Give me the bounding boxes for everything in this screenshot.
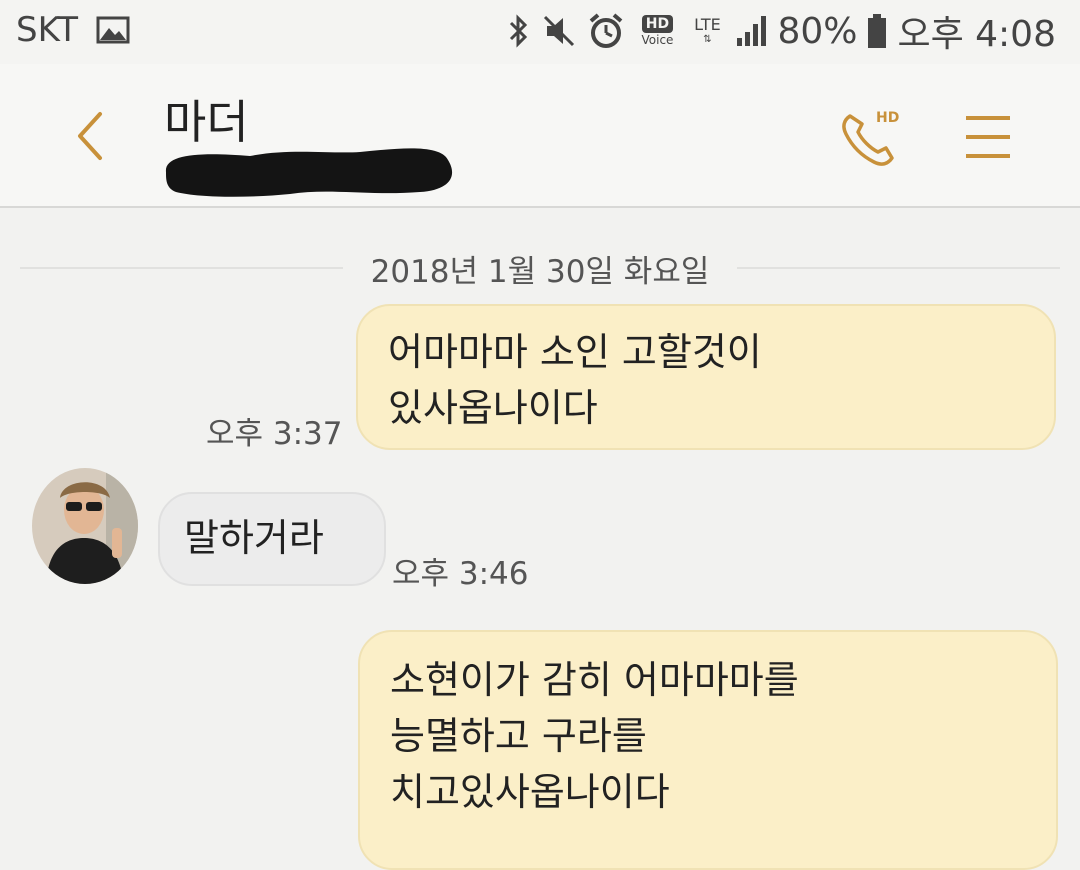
menu-icon[interactable]: [962, 108, 1014, 166]
message-line: 어마마마 소인 고할것이: [388, 330, 762, 374]
outgoing-message-bubble[interactable]: 소현이가 감히 어마마마를 능멸하고 구라를 치고있사옵나이다: [358, 630, 1058, 870]
gallery-icon: [96, 16, 130, 44]
back-arrow-icon[interactable]: [66, 106, 116, 166]
call-hd-label: HD: [876, 110, 900, 126]
signal-icon: [737, 16, 767, 46]
lte-icon: LTE ⇅: [694, 15, 721, 46]
date-divider: 2018년 1월 30일 화요일: [20, 246, 1060, 290]
contact-avatar[interactable]: [32, 468, 138, 584]
battery-icon: [868, 14, 887, 48]
date-label: 2018년 1월 30일 화요일: [370, 253, 710, 290]
status-icons: HD Voice LTE ⇅ 80% 오후 4:08: [507, 6, 1056, 56]
message-time: 오후 3:37: [206, 416, 343, 452]
status-bar: SKT HD Voice LTE ⇅ 80% 오후 4:08: [0, 0, 1080, 64]
status-time: 오후 4:08: [897, 14, 1056, 55]
message-line: 능멸하고 구라를: [390, 714, 647, 758]
message-line: 치고있사옵나이다: [390, 770, 670, 814]
carrier-label: SKT: [16, 10, 79, 50]
conversation-header: 마더 HD: [0, 64, 1080, 208]
alarm-icon: [590, 13, 623, 48]
redaction-mark: [165, 148, 453, 197]
mute-icon: [544, 15, 575, 47]
avatar-photo: [32, 468, 138, 584]
incoming-message-bubble[interactable]: 말하거라: [158, 492, 386, 586]
lte-label: LTE: [694, 15, 721, 34]
hd-call-button[interactable]: HD: [836, 102, 908, 170]
outgoing-message-bubble[interactable]: 어마마마 소인 고할것이 있사옵나이다: [356, 304, 1056, 450]
message-line: 소현이가 감히 어마마마를: [390, 658, 799, 702]
hd-voice-voice-label: Voice: [641, 33, 674, 47]
battery-percent: 80%: [777, 10, 858, 52]
message-line: 있사옵나이다: [388, 386, 598, 430]
hd-voice-hd-label: HD: [641, 15, 674, 33]
hd-voice-icon: HD Voice: [635, 15, 679, 47]
message-time: 오후 3:46: [392, 556, 529, 592]
bluetooth-icon: [510, 14, 528, 48]
message-line: 말하거라: [184, 516, 324, 560]
